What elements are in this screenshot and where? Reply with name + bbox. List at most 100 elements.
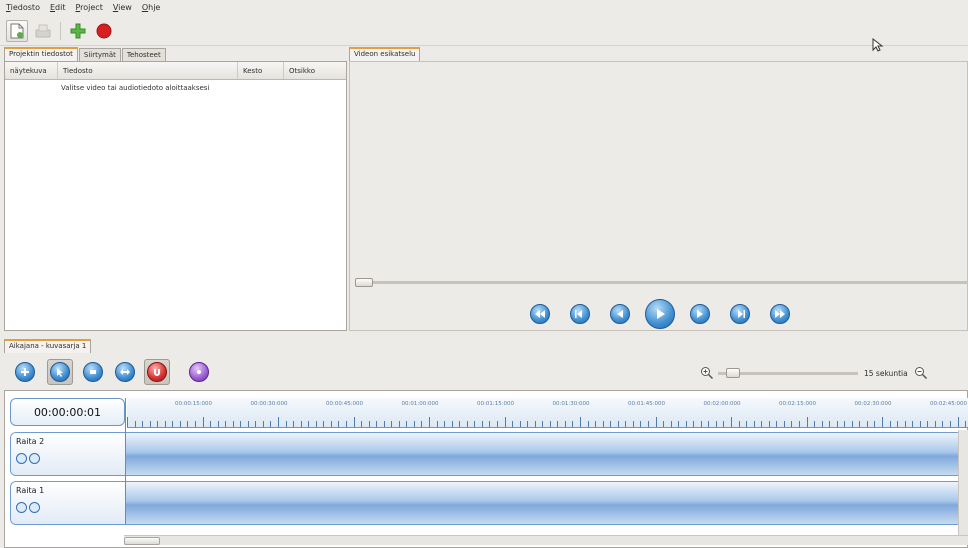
- ruler-label: 00:02:30:000: [854, 401, 892, 407]
- column-duration[interactable]: Kesto: [238, 62, 284, 79]
- ruler-tick: [595, 421, 597, 427]
- ruler-tick: [534, 421, 536, 427]
- ruler-tick: [647, 421, 649, 427]
- step-back-button[interactable]: [610, 304, 630, 324]
- tab-timeline[interactable]: Aikajana - kuvasarja 1: [4, 339, 92, 353]
- ruler-tick: [587, 421, 589, 427]
- ruler-tick: [376, 421, 378, 427]
- resize-tool-button[interactable]: [112, 359, 138, 385]
- zoom-in-icon[interactable]: [700, 366, 714, 380]
- snap-tool-button[interactable]: [144, 359, 170, 385]
- timeline-tabs: Aikajana - kuvasarja 1: [4, 339, 92, 353]
- tab-project-files[interactable]: Projektin tiedostot: [4, 47, 78, 61]
- ruler-tick: [874, 421, 876, 427]
- ruler-tick: [670, 421, 672, 427]
- ruler-tick: [240, 421, 242, 427]
- ruler-tick: [194, 421, 196, 427]
- plus-icon: [21, 368, 29, 376]
- ruler-tick: [564, 421, 566, 427]
- play-button[interactable]: [645, 299, 675, 329]
- track-icons: [16, 502, 42, 513]
- column-file[interactable]: Tiedosto: [58, 62, 238, 79]
- timeline-horizontal-scrollbar[interactable]: [124, 535, 968, 545]
- add-track-button[interactable]: [12, 359, 38, 385]
- track-row[interactable]: Raita 2: [10, 432, 968, 476]
- fast-forward-button[interactable]: [730, 304, 750, 324]
- ruler-tick: [459, 421, 461, 427]
- ruler-label: 00:01:30:000: [552, 401, 590, 407]
- ruler-tick: [610, 421, 612, 427]
- ruler-tick: [172, 421, 174, 427]
- ruler-tick: [640, 421, 642, 427]
- preview-seek-track[interactable]: [355, 281, 968, 284]
- ruler-tick: [285, 421, 287, 427]
- column-thumbnail[interactable]: näytekuva: [5, 62, 58, 79]
- ruler-tick: [391, 421, 393, 427]
- ruler-tick: [451, 421, 453, 427]
- jump-end-button[interactable]: [770, 304, 790, 324]
- ruler-tick: [179, 421, 181, 427]
- ruler-tick: [700, 421, 702, 427]
- ruler-tick: [345, 421, 347, 427]
- track-name: Raita 2: [16, 437, 45, 446]
- track-audio-icon[interactable]: [29, 502, 40, 513]
- ruler-tick: [255, 421, 257, 427]
- timeline-vertical-scrollbar[interactable]: [958, 430, 968, 535]
- scrollbar-thumb[interactable]: [124, 537, 160, 545]
- ruler-tick: [406, 421, 408, 427]
- track-visibility-icon[interactable]: [16, 453, 27, 464]
- zoom-slider-handle[interactable]: [726, 367, 740, 378]
- track-visibility-icon[interactable]: [16, 502, 27, 513]
- ruler-tick: [753, 421, 755, 427]
- ruler-tick: [821, 421, 823, 427]
- ruler-tick: [338, 421, 340, 427]
- jump-start-button[interactable]: [530, 304, 550, 324]
- menu-bar: Tiedosto Edit Project View Ohje: [0, 0, 968, 15]
- tab-effects[interactable]: Tehosteet: [121, 48, 166, 61]
- marker-icon: [197, 370, 201, 374]
- menu-ohje[interactable]: Ohje: [142, 3, 161, 12]
- tab-transitions[interactable]: Siirtymät: [78, 48, 121, 61]
- ruler-tick: [127, 417, 128, 427]
- razor-tool-button[interactable]: [80, 359, 106, 385]
- ruler-label: 00:02:45:000: [930, 401, 968, 407]
- zoom-out-icon[interactable]: [914, 366, 928, 380]
- menu-project[interactable]: Project: [75, 3, 102, 12]
- menu-tiedosto[interactable]: Tiedosto: [6, 3, 40, 12]
- select-tool-button[interactable]: [47, 359, 73, 385]
- record-button[interactable]: [93, 20, 115, 42]
- ruler-label: 00:00:45:000: [326, 401, 364, 407]
- timeline-ruler[interactable]: 00:00:15:000 00:00:30:000 00:00:45:000 00:0…: [127, 398, 968, 428]
- track-audio-icon[interactable]: [29, 453, 40, 464]
- ruler-tick: [202, 417, 204, 427]
- ruler-tick: [580, 417, 581, 427]
- menu-view[interactable]: View: [113, 3, 132, 12]
- track-row[interactable]: Raita 1: [10, 481, 968, 525]
- ruler-tick: [232, 421, 234, 427]
- ruler-tick: [512, 421, 514, 427]
- ruler-tick: [361, 421, 363, 427]
- save-button-disabled[interactable]: [32, 20, 54, 42]
- marker-button[interactable]: [186, 359, 212, 385]
- record-icon: [96, 23, 112, 38]
- playhead[interactable]: [125, 398, 126, 524]
- track-name: Raita 1: [16, 486, 45, 495]
- menu-edit[interactable]: Edit: [50, 3, 66, 12]
- ruler-tick: [617, 421, 619, 427]
- ruler-tick: [489, 421, 491, 427]
- tab-video-preview[interactable]: Videon esikatselu: [349, 47, 421, 61]
- ruler-tick: [663, 421, 665, 427]
- step-forward-button[interactable]: [690, 304, 710, 324]
- ruler-tick: [519, 421, 521, 427]
- zoom-slider[interactable]: [718, 367, 858, 378]
- column-title[interactable]: Otsikko: [284, 62, 346, 79]
- toolbar-separator: [60, 21, 61, 40]
- rewind-button[interactable]: [570, 304, 590, 324]
- ruler-tick: [270, 421, 272, 427]
- preview-seek-handle[interactable]: [355, 278, 373, 287]
- ruler-tick: [685, 421, 687, 427]
- add-file-button[interactable]: [67, 20, 89, 42]
- play-icon: [657, 309, 665, 319]
- ruler-tick: [632, 421, 634, 427]
- new-project-button[interactable]: [6, 19, 28, 42]
